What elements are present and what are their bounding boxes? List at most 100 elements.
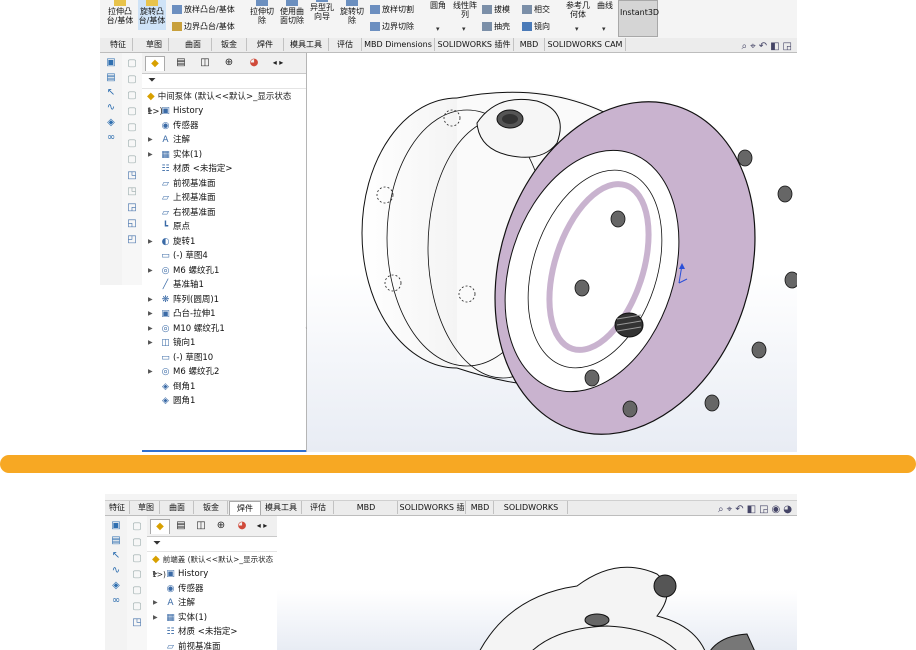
shell-button[interactable]: 抽壳 bbox=[482, 22, 510, 32]
tree-node[interactable]: ▶ ◎ M10 螺纹孔1 bbox=[142, 322, 306, 337]
smart-dimension-icon[interactable]: ◈ bbox=[105, 117, 117, 128]
expand-arrow-icon[interactable]: ▶ bbox=[153, 567, 158, 582]
tabs-overflow-icon[interactable]: ◂ ▸ bbox=[269, 56, 287, 70]
tool-j-icon[interactable]: ◲ bbox=[126, 202, 138, 213]
tree-node[interactable]: ▶ ◐ 旋转1 bbox=[142, 235, 306, 250]
smart-dimension-icon-2[interactable]: ◈ bbox=[110, 580, 122, 591]
tool-d-icon[interactable]: ▢ bbox=[126, 106, 138, 117]
tab-mbd[interactable]: MBD bbox=[514, 38, 545, 51]
tool-a-icon-2[interactable]: ▢ bbox=[131, 521, 143, 532]
filter-icon-2[interactable]: ⏷ bbox=[153, 538, 161, 549]
mirror-button[interactable]: 镜向 bbox=[522, 22, 550, 32]
tool-l-icon[interactable]: ◰ bbox=[126, 234, 138, 245]
tool-h-icon[interactable]: ◳ bbox=[126, 170, 138, 181]
tree-node[interactable]: ▶ ▣ 凸台-拉伸1 bbox=[142, 307, 306, 322]
expand-arrow-icon[interactable]: ▶ bbox=[148, 133, 153, 148]
tree-node[interactable]: ▭ (-) 草图4 bbox=[142, 249, 306, 264]
appearance-icon-2[interactable]: ◕ bbox=[783, 504, 795, 515]
line-icon[interactable]: ↖ bbox=[105, 87, 117, 98]
tree-node[interactable]: ▱ 前视基准面 bbox=[147, 640, 277, 650]
tree-node[interactable]: ▶ ◎ M6 螺纹孔1 bbox=[142, 264, 306, 279]
display-manager-tab-icon[interactable]: ◕ bbox=[245, 56, 263, 70]
tab-mbd-dimensions[interactable]: MBD Dimensions bbox=[362, 38, 435, 51]
tree-node[interactable]: ◉ 传感器 bbox=[142, 119, 306, 134]
surface-cut-button[interactable]: 使用曲 面切除 bbox=[278, 0, 306, 25]
tree-node[interactable]: ▶ ◎ M6 螺纹孔2 bbox=[142, 365, 306, 380]
tool-e-icon-2[interactable]: ▢ bbox=[131, 585, 143, 596]
lofted-cut-button[interactable]: 放样切割 bbox=[370, 5, 414, 15]
previous-view-icon[interactable]: ↶ bbox=[759, 41, 770, 52]
tool-c-icon-2[interactable]: ▢ bbox=[131, 553, 143, 564]
display-style-icon-2[interactable]: ◲ bbox=[759, 504, 771, 515]
tree-filter[interactable]: ⏷ bbox=[142, 74, 306, 89]
tool-g-icon[interactable]: ▢ bbox=[126, 154, 138, 165]
tool-i-icon[interactable]: ◳ bbox=[126, 186, 138, 197]
expand-arrow-icon[interactable]: ▶ bbox=[153, 611, 158, 626]
reference-geometry-button[interactable]: 参考几 何体 bbox=[564, 1, 592, 19]
display-manager-tab-icon-2[interactable]: ◕ bbox=[233, 519, 251, 533]
tree-node[interactable]: ▶ ▦ 实体(1) bbox=[142, 148, 306, 163]
extruded-cut-button[interactable]: 拉伸切 除 bbox=[248, 0, 276, 25]
tab-surfaces[interactable]: 曲面 bbox=[175, 38, 212, 51]
tree-node[interactable]: ☷ 材质 <未指定> bbox=[147, 625, 277, 640]
tab-weldments[interactable]: 焊件 bbox=[247, 38, 284, 51]
tree-node[interactable]: ◈ 圆角1 bbox=[142, 394, 306, 409]
line-icon-2[interactable]: ↖ bbox=[110, 550, 122, 561]
tree-node[interactable]: ▭ (-) 草图10 bbox=[142, 351, 306, 366]
extruded-boss-button[interactable]: 拉伸凸 台/基体 bbox=[106, 0, 134, 25]
tab-sheet-metal-2[interactable]: 钣金 bbox=[195, 501, 228, 514]
property-manager-tab-icon-2[interactable]: ▤ bbox=[172, 519, 190, 533]
tree-node[interactable]: ▶ A 注解 bbox=[147, 596, 277, 611]
pattern-dropdown-icon[interactable]: ▾ bbox=[462, 25, 466, 33]
expand-arrow-icon[interactable]: ▶ bbox=[148, 336, 153, 351]
tab-mbd-2[interactable]: MBD bbox=[467, 501, 494, 514]
curves-dropdown-icon[interactable]: ▾ bbox=[602, 25, 606, 33]
tree-node[interactable]: ╱ 基准轴1 bbox=[142, 278, 306, 293]
tree-node[interactable]: ▱ 右视基准面 bbox=[142, 206, 306, 221]
spline-icon[interactable]: ∿ bbox=[105, 102, 117, 113]
graphics-area-2[interactable] bbox=[277, 516, 797, 650]
part-icon[interactable]: ▣ bbox=[105, 57, 117, 68]
sketch-icon-2[interactable]: ▤ bbox=[110, 535, 122, 546]
tree-node[interactable]: ◈ 倒角1 bbox=[142, 380, 306, 395]
tree-root-part[interactable]: ◆ 中间泵体 (默认<<默认>_显示状态 1>) bbox=[142, 89, 306, 117]
hole-wizard-button[interactable]: 异型孔 向导 bbox=[308, 0, 336, 21]
tool-k-icon[interactable]: ◱ bbox=[126, 218, 138, 229]
graphics-area[interactable] bbox=[307, 53, 797, 452]
property-manager-tab-icon[interactable]: ▤ bbox=[172, 56, 190, 70]
tab-sketch[interactable]: 草图 bbox=[140, 38, 169, 51]
tree-filter-2[interactable]: ⏷ bbox=[147, 537, 277, 552]
tool-a-icon[interactable]: ▢ bbox=[126, 58, 138, 69]
tree-node[interactable]: ☷ 材质 <未指定> bbox=[142, 162, 306, 177]
tool-g-icon-2[interactable]: ◳ bbox=[131, 617, 143, 628]
fillet-dropdown-icon[interactable]: ▾ bbox=[436, 25, 440, 33]
expand-arrow-icon[interactable]: ▶ bbox=[148, 293, 153, 308]
tab-solidworks-addins[interactable]: SOLIDWORKS 插件 bbox=[435, 38, 514, 51]
tab-sheet-metal[interactable]: 钣金 bbox=[212, 38, 247, 51]
tree-node[interactable]: ◉ 传感器 bbox=[147, 582, 277, 597]
fillet-button[interactable]: 圆角 bbox=[430, 1, 446, 11]
dimxpert-tab-icon-2[interactable]: ⊕ bbox=[212, 519, 230, 533]
revolved-cut-button[interactable]: 旋转切 除 bbox=[338, 0, 366, 25]
configuration-tab-icon-2[interactable]: ◫ bbox=[192, 519, 210, 533]
tree-node[interactable]: ▶ ❋ 阵列(圆周)1 bbox=[142, 293, 306, 308]
heads-up-view-toolbar[interactable]: ⌕⌖↶◧◲ bbox=[741, 41, 795, 52]
expand-arrow-icon[interactable]: ▶ bbox=[148, 307, 153, 322]
tab-solidworks-addins-2[interactable]: SOLIDWORKS 插件 bbox=[399, 501, 466, 525]
expand-arrow-icon[interactable]: ▶ bbox=[148, 104, 153, 119]
instant3d-button[interactable]: Instant3D bbox=[618, 0, 659, 37]
expand-arrow-icon[interactable]: ▶ bbox=[148, 365, 153, 380]
sketch-icon[interactable]: ▤ bbox=[105, 72, 117, 83]
linear-pattern-button[interactable]: 线性阵 列 bbox=[452, 1, 478, 19]
boundary-cut-button[interactable]: 边界切除 bbox=[370, 22, 414, 32]
part-icon-2[interactable]: ▣ bbox=[110, 520, 122, 531]
tree-node[interactable]: ▶ ▣ History bbox=[142, 104, 306, 119]
tool-d-icon-2[interactable]: ▢ bbox=[131, 569, 143, 580]
tab-mold-tools-2[interactable]: 模具工具 bbox=[261, 501, 302, 514]
revolved-boss-button[interactable]: 旋转凸 台/基体 bbox=[138, 0, 166, 30]
tool-f-icon-2[interactable]: ▢ bbox=[131, 601, 143, 612]
tool-b-icon[interactable]: ▢ bbox=[126, 74, 138, 85]
previous-view-icon-2[interactable]: ↶ bbox=[735, 504, 746, 515]
tab-mbd-dimensions-2[interactable]: MBD Dimensions bbox=[335, 501, 398, 525]
hide-show-icon-2[interactable]: ◉ bbox=[772, 504, 784, 515]
